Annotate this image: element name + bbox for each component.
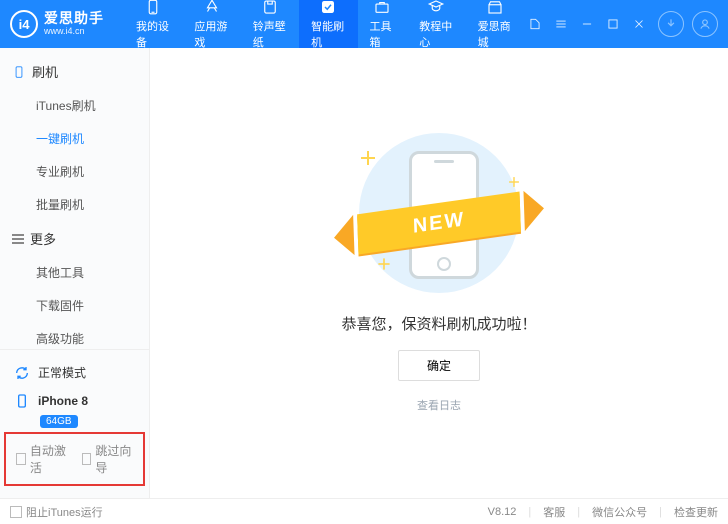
- logo-icon: i4: [10, 10, 38, 38]
- nav-label: 教程中心: [419, 18, 453, 50]
- menu-icon[interactable]: [550, 13, 572, 35]
- success-message: 恭喜您，保资料刷机成功啦！: [341, 313, 536, 334]
- storage-badge: 64GB: [40, 415, 78, 428]
- shop-icon: [486, 0, 504, 16]
- nav-my-device[interactable]: 我的设备: [124, 0, 182, 48]
- sidebar: 刷机 iTunes刷机 一键刷机 专业刷机 批量刷机 更多 其他工具 下载固件 …: [0, 48, 150, 498]
- support-link[interactable]: 客服: [543, 504, 565, 520]
- sidebar-item-advanced[interactable]: 高级功能: [0, 322, 149, 349]
- user-button[interactable]: [692, 11, 718, 37]
- block-itunes-checkbox[interactable]: 阻止iTunes运行: [10, 504, 103, 520]
- nav-label: 爱思商城: [478, 18, 512, 50]
- nav-tutorial[interactable]: 教程中心: [407, 0, 465, 48]
- app-name: 爱思助手: [44, 11, 104, 26]
- device-mode[interactable]: 正常模式: [0, 358, 149, 387]
- checkbox-group: 自动激活 跳过向导: [4, 432, 145, 486]
- menu-icon: [12, 234, 24, 244]
- refresh-icon: [14, 365, 30, 381]
- wechat-link[interactable]: 微信公众号: [592, 504, 647, 520]
- confirm-button[interactable]: 确定: [398, 350, 480, 381]
- app-url: www.i4.cn: [44, 27, 104, 37]
- maximize-icon[interactable]: [602, 13, 624, 35]
- device-icon: [12, 65, 26, 79]
- tutorial-icon: [427, 0, 445, 16]
- group-title: 刷机: [32, 62, 58, 81]
- nav-shop[interactable]: 爱思商城: [466, 0, 524, 48]
- sidebar-item-batch-flash[interactable]: 批量刷机: [0, 188, 149, 221]
- window-controls: [524, 13, 650, 35]
- sidebar-item-itunes-flash[interactable]: iTunes刷机: [0, 89, 149, 122]
- theme-icon[interactable]: [524, 13, 546, 35]
- apps-icon: [203, 0, 221, 16]
- mode-label: 正常模式: [38, 364, 86, 381]
- close-icon[interactable]: [628, 13, 650, 35]
- titlebar: i4 爱思助手 www.i4.cn 我的设备 应用游戏 铃声壁纸 智能刷机: [0, 0, 728, 48]
- sidebar-item-pro-flash[interactable]: 专业刷机: [0, 155, 149, 188]
- group-title: 更多: [30, 229, 56, 248]
- auto-activate-checkbox[interactable]: 自动激活: [16, 442, 68, 476]
- statusbar: 阻止iTunes运行 V8.12 | 客服 | 微信公众号 | 检查更新: [0, 498, 728, 524]
- sidebar-group-flash: 刷机: [0, 54, 149, 89]
- skip-wizard-checkbox[interactable]: 跳过向导: [82, 442, 134, 476]
- nav-ringtones[interactable]: 铃声壁纸: [241, 0, 299, 48]
- music-icon: [261, 0, 279, 16]
- minimize-icon[interactable]: [576, 13, 598, 35]
- check-update-link[interactable]: 检查更新: [674, 504, 718, 520]
- success-illustration: NEW: [339, 133, 539, 293]
- top-nav: 我的设备 应用游戏 铃声壁纸 智能刷机 工具箱 教程中心: [124, 0, 524, 48]
- app-logo: i4 爱思助手 www.i4.cn: [10, 10, 104, 38]
- sidebar-item-download-firmware[interactable]: 下载固件: [0, 289, 149, 322]
- toolbox-icon: [373, 0, 391, 16]
- sidebar-item-oneclick-flash[interactable]: 一键刷机: [0, 122, 149, 155]
- device-icon: [144, 0, 162, 16]
- connected-device[interactable]: iPhone 8: [0, 387, 149, 415]
- download-button[interactable]: [658, 11, 684, 37]
- nav-label: 铃声壁纸: [253, 18, 287, 50]
- flash-icon: [319, 0, 337, 16]
- nav-apps[interactable]: 应用游戏: [182, 0, 240, 48]
- sidebar-group-more: 更多: [0, 221, 149, 256]
- view-log-link[interactable]: 查看日志: [417, 397, 461, 413]
- nav-toolbox[interactable]: 工具箱: [358, 0, 408, 48]
- sidebar-item-other-tools[interactable]: 其他工具: [0, 256, 149, 289]
- phone-icon: [14, 393, 30, 409]
- nav-label: 我的设备: [136, 18, 170, 50]
- nav-smart-flash[interactable]: 智能刷机: [299, 0, 357, 48]
- nav-label: 应用游戏: [194, 18, 228, 50]
- nav-label: 工具箱: [370, 18, 396, 50]
- version-label: V8.12: [488, 506, 517, 518]
- content-pane: NEW 恭喜您，保资料刷机成功啦！ 确定 查看日志: [150, 48, 728, 498]
- device-name: iPhone 8: [38, 394, 88, 408]
- nav-label: 智能刷机: [311, 18, 345, 50]
